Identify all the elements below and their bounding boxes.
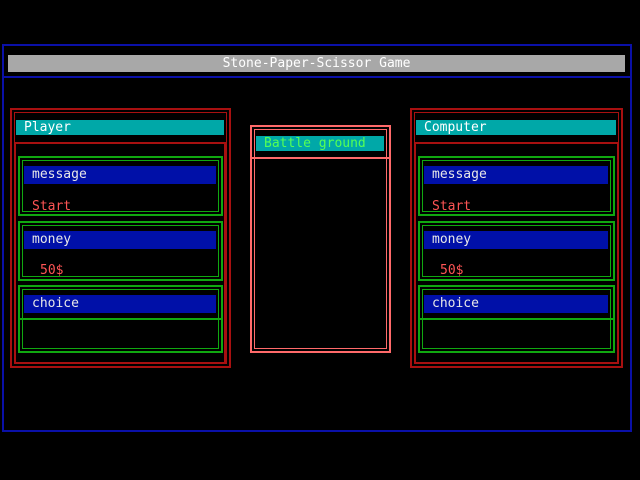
player-money-label: money — [24, 231, 216, 249]
player-money-value: 50$ — [40, 263, 64, 278]
computer-choice-divider — [420, 318, 613, 320]
player-message-value: Start — [32, 199, 72, 214]
computer-choice-label: choice — [424, 295, 608, 313]
battle-ground-header: Battle ground — [256, 136, 384, 151]
computer-header: Computer — [416, 120, 616, 135]
player-choice-value — [32, 327, 182, 343]
player-choice-label: choice — [24, 295, 216, 313]
computer-message-value: Start — [432, 199, 472, 214]
player-message-label: message — [24, 166, 216, 184]
computer-message-label: message — [424, 166, 608, 184]
computer-money-value: 50$ — [440, 263, 464, 278]
computer-choice-value — [432, 327, 582, 343]
game-title: Stone-Paper-Scissor Game — [8, 55, 625, 72]
computer-money-label: money — [424, 231, 608, 249]
player-header: Player — [16, 120, 224, 135]
player-choice-divider — [20, 318, 221, 320]
battle-ground-panel — [250, 125, 391, 353]
